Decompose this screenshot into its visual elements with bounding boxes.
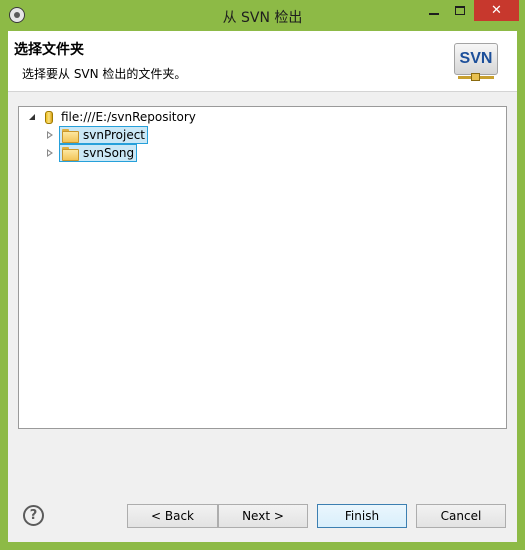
maximize-icon: [455, 6, 465, 15]
dialog-body: 选择文件夹 选择要从 SVN 检出的文件夹。 SVN file:///E:/sv…: [8, 31, 517, 542]
minimize-button[interactable]: [421, 0, 447, 21]
cancel-button[interactable]: Cancel: [416, 504, 506, 528]
close-icon: ✕: [491, 3, 502, 18]
svn-logo-icon: SVN: [454, 43, 498, 83]
folder-icon: [62, 129, 79, 143]
page-description: 选择要从 SVN 检出的文件夹。: [22, 67, 187, 81]
help-button[interactable]: ?: [23, 505, 44, 526]
tree-node-label: file:///E:/svnRepository: [61, 110, 196, 124]
expand-toggle-icon[interactable]: [29, 113, 37, 121]
dialog-window: 从 SVN 检出 ✕ 选择文件夹 选择要从 SVN 检出的文件夹。 SVN fi…: [0, 0, 525, 550]
collapse-toggle-icon[interactable]: [47, 130, 54, 140]
wizard-header: 选择文件夹 选择要从 SVN 检出的文件夹。 SVN: [8, 31, 517, 92]
page-title: 选择文件夹: [14, 42, 84, 58]
tree-node-root[interactable]: file:///E:/svnRepository: [29, 108, 196, 126]
tree-node-label: svnSong: [83, 146, 135, 160]
tree-node-selection[interactable]: svnProject: [59, 126, 149, 144]
tree-node-svnproject[interactable]: svnProject: [47, 126, 149, 144]
minimize-icon: [429, 12, 439, 15]
finish-button[interactable]: Finish: [317, 504, 407, 528]
folder-tree[interactable]: file:///E:/svnRepository svnProject svnS…: [18, 106, 507, 429]
tree-node-selection[interactable]: svnSong: [59, 144, 138, 162]
svn-logo-text: SVN: [454, 43, 498, 75]
repository-icon: [45, 110, 53, 124]
collapse-toggle-icon[interactable]: [47, 148, 54, 158]
folder-icon: [62, 147, 79, 161]
tree-node-svnsong[interactable]: svnSong: [47, 144, 138, 162]
maximize-button[interactable]: [447, 0, 473, 21]
back-button[interactable]: < Back: [127, 504, 218, 528]
next-button[interactable]: Next >: [218, 504, 308, 528]
close-button[interactable]: ✕: [474, 0, 519, 21]
tree-node-label: svnProject: [83, 128, 146, 142]
title-bar[interactable]: 从 SVN 检出 ✕: [0, 0, 525, 31]
